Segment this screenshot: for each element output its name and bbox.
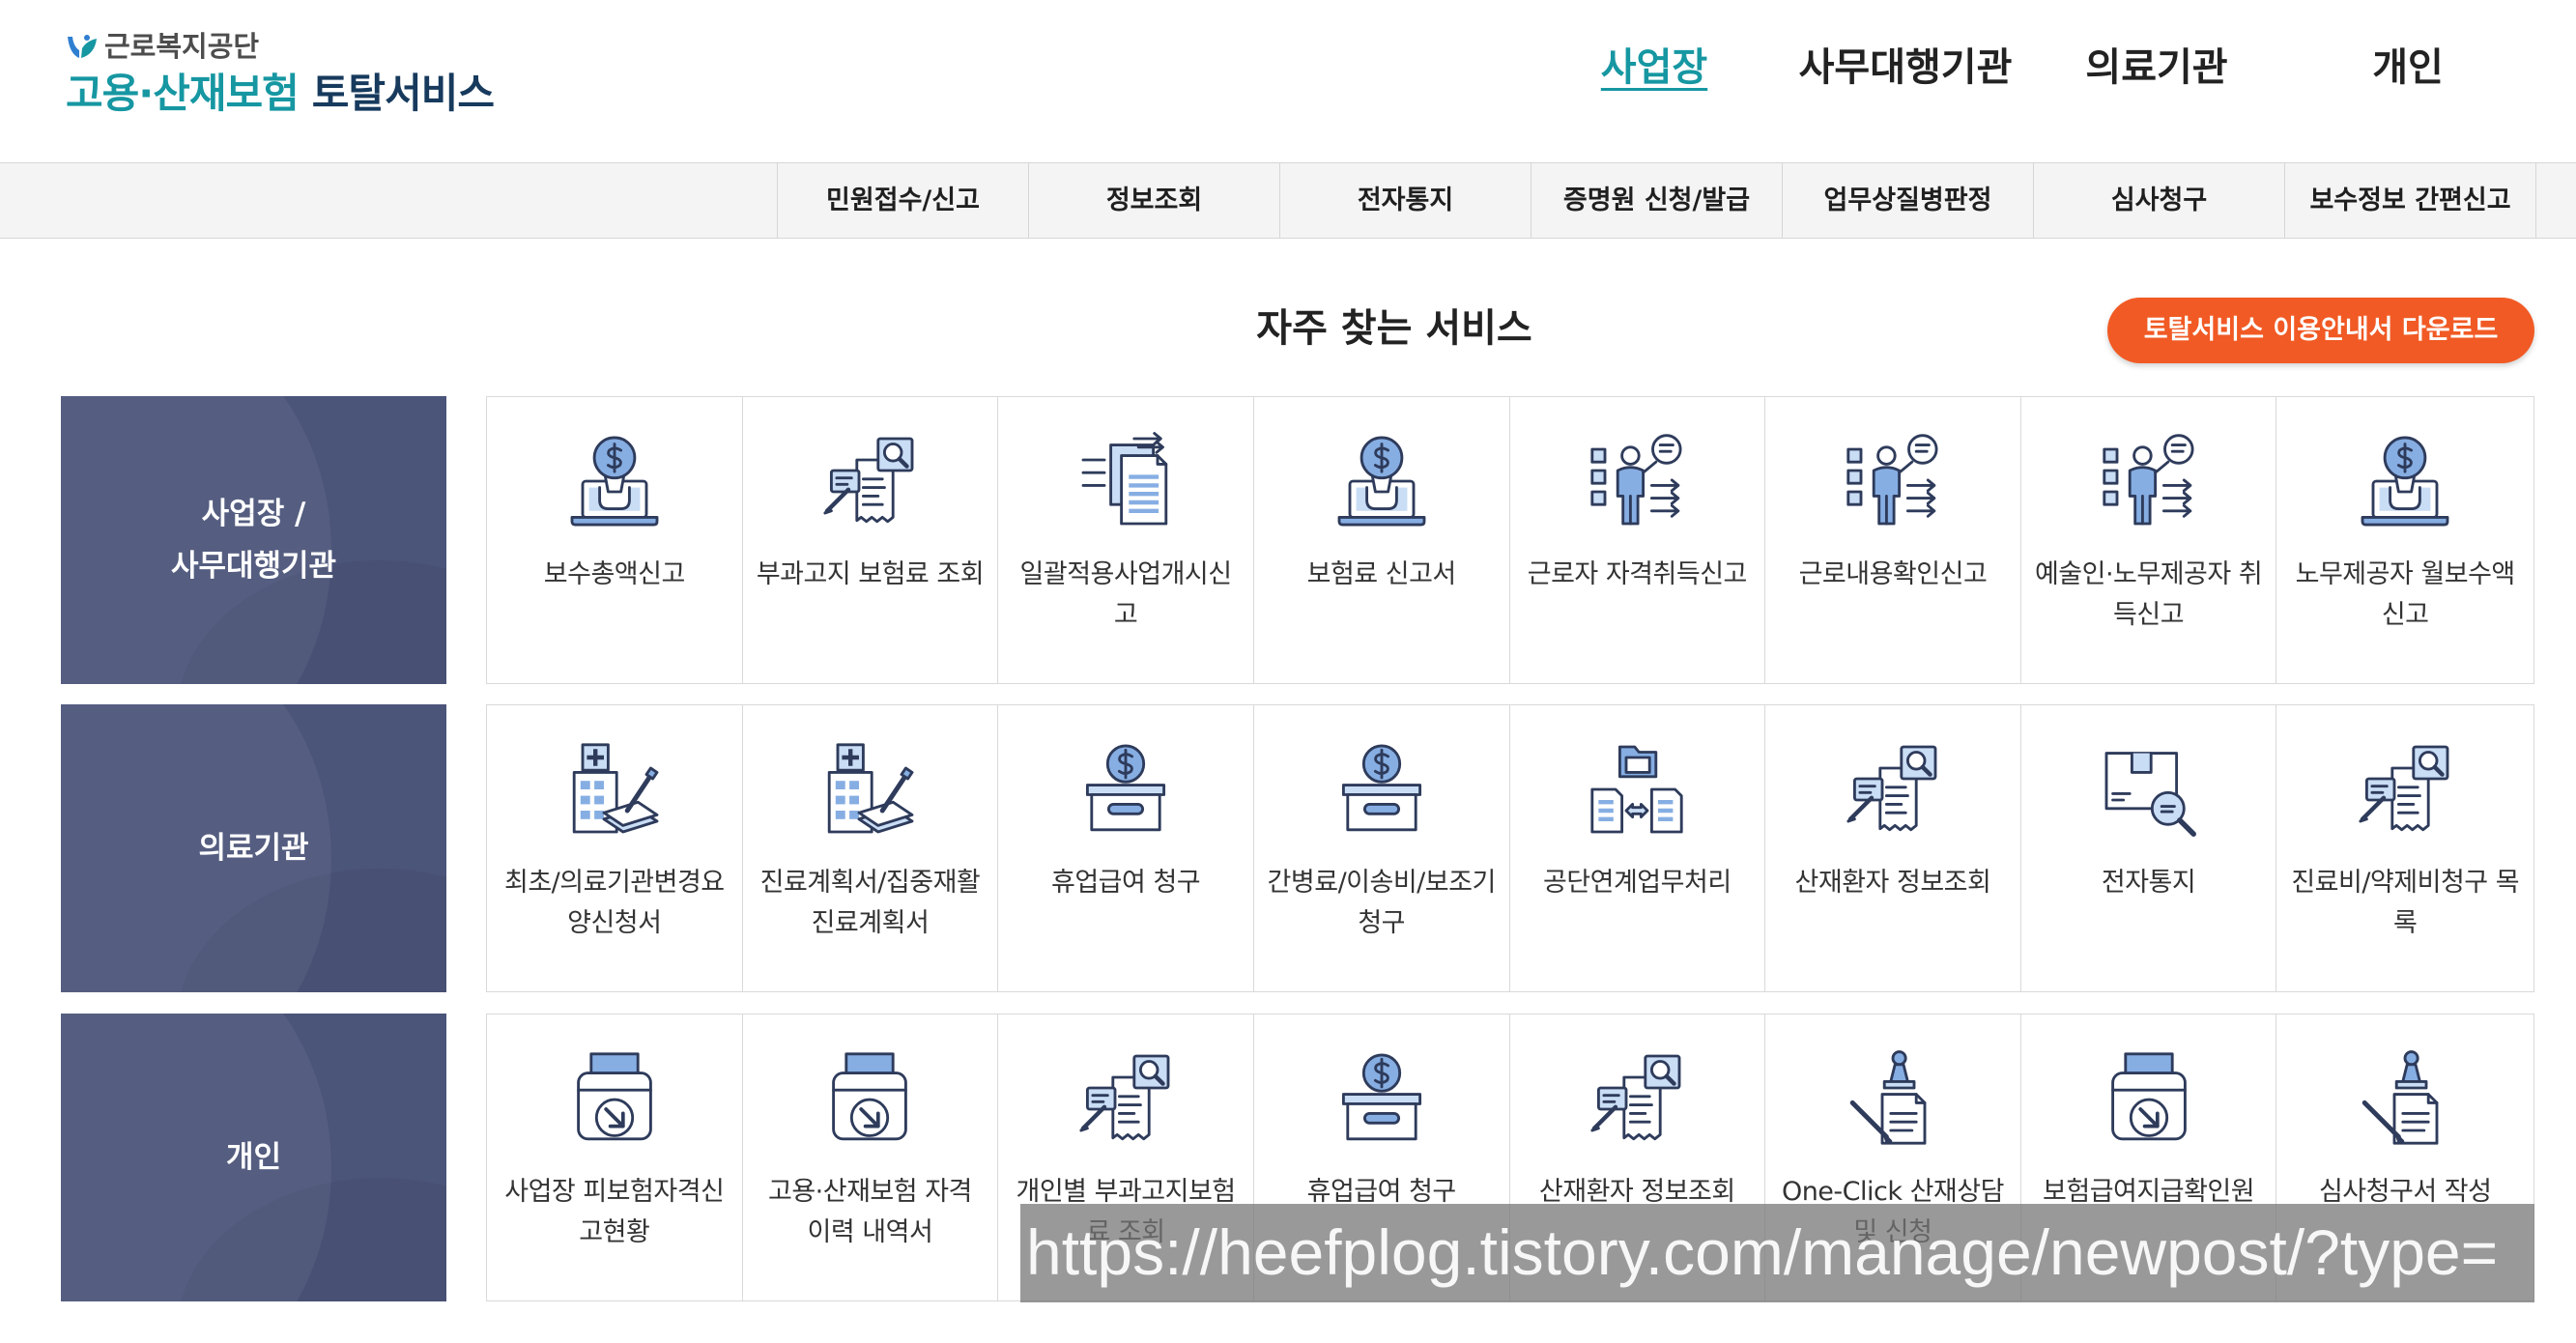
service-grid: 최초/의료기관변경요양신청서 진료계획서/집중재활 진료계획서 휴업급여 청구 … <box>486 704 2534 992</box>
bill-search-icon <box>1840 736 1946 843</box>
service-item[interactable]: 휴업급여 청구 <box>998 705 1254 991</box>
money-laptop-icon <box>1329 428 1435 534</box>
url-overlay-text: https://heefplog.tistory.com/manage/newp… <box>1026 1216 2499 1288</box>
service-item[interactable]: 최초/의료기관변경요양신청서 <box>487 705 743 991</box>
service-item-label: 예술인·노무제공자 취득신고 <box>2034 559 2263 630</box>
money-laptop-icon <box>2352 428 2458 534</box>
printer-arrow-icon <box>2096 1045 2202 1152</box>
site-logo[interactable]: 근로복지공단 고용·산재보험 토탈서비스 <box>66 25 568 122</box>
category-label-line: 개인 <box>225 1140 282 1175</box>
pen-stamp-icon <box>2352 1045 2458 1152</box>
person-board-icon <box>1840 428 1946 534</box>
service-grid: 보수총액신고 부과고지 보험료 조회 일괄적용사업개시신고 보험료 신고서 근로… <box>486 396 2534 684</box>
category-label-line: 사업장 / <box>201 497 306 531</box>
service-item-label: 진료비/약제비청구 목록 <box>2291 868 2520 938</box>
guide-download-button[interactable]: 토탈서비스 이용안내서 다운로드 <box>2107 298 2534 363</box>
sub-nav-item-certificate[interactable]: 증명원 신청/발급 <box>1531 163 1782 238</box>
top-nav-individual[interactable]: 개인 <box>2282 39 2533 97</box>
category-label-line: 의료기관 <box>198 831 309 866</box>
service-item-label: 보수총액신고 <box>543 559 686 589</box>
page: 근로복지공단 고용·산재보험 토탈서비스 사업장 사무대행기관 의료기관 개인 민… <box>0 0 2576 1343</box>
sub-nav-menu: 민원접수/신고 정보조회 전자통지 증명원 신청/발급 업무상질병판정 심사청구… <box>777 163 2536 238</box>
top-nav-medical-institution[interactable]: 의료기관 <box>2031 39 2282 97</box>
service-item[interactable]: 공단연계업무처리 <box>1510 705 1766 991</box>
coin-box-icon <box>1073 736 1179 843</box>
top-nav-labor-agency[interactable]: 사무대행기관 <box>1780 39 2031 97</box>
category-label-employer: 사업장 / 사무대행기관 <box>61 396 446 684</box>
bill-search-icon <box>2352 736 2458 843</box>
bill-search-icon <box>1073 1045 1179 1152</box>
url-overlay: https://heefplog.tistory.com/manage/newp… <box>1020 1204 2534 1302</box>
hospital-pen-icon <box>816 736 923 843</box>
service-item-label: 간병료/이송비/보조기 청구 <box>1267 868 1497 938</box>
service-item-label: 전자통지 <box>2101 868 2196 898</box>
person-board-icon <box>2096 428 2202 534</box>
service-row-medical: 의료기관 최초/의료기관변경요양신청서 진료계획서/집중재활 진료계획서 휴업급… <box>61 704 2534 992</box>
service-item-label: 산재환자 정보조회 <box>1794 868 1991 898</box>
service-item[interactable]: 간병료/이송비/보조기 청구 <box>1254 705 1510 991</box>
service-item-label: 노무제공자 월보수액 신고 <box>2295 559 2516 630</box>
doc-arrows-icon <box>1073 428 1179 534</box>
service-item[interactable]: 예술인·노무제공자 취득신고 <box>2021 397 2277 683</box>
service-item[interactable]: 산재환자 정보조회 <box>1765 705 2021 991</box>
category-label-medical: 의료기관 <box>61 704 446 992</box>
box-search-icon <box>2096 736 2202 843</box>
printer-arrow-icon <box>816 1045 923 1152</box>
service-item-label: 부과고지 보험료 조회 <box>756 559 985 589</box>
sub-nav-item-wage-report[interactable]: 보수정보 간편신고 <box>2284 163 2536 238</box>
service-item[interactable]: 보험료 신고서 <box>1254 397 1510 683</box>
top-nav: 사업장 사무대행기관 의료기관 개인 <box>1529 39 2533 97</box>
service-title-highlight: 고용·산재보험 <box>66 70 300 117</box>
coin-box-icon <box>1329 736 1435 843</box>
top-nav-employer[interactable]: 사업장 <box>1529 39 1780 97</box>
service-title: 고용·산재보험 토탈서비스 <box>66 68 495 120</box>
service-item[interactable]: 보수총액신고 <box>487 397 743 683</box>
service-row-employer: 사업장 / 사무대행기관 보수총액신고 부과고지 보험료 조회 일괄적용사업개시… <box>61 396 2534 684</box>
service-item-label: 최초/의료기관변경요양신청서 <box>503 868 725 938</box>
logo-mark-icon <box>66 33 99 62</box>
service-item-label: 근로내용확인신고 <box>1798 559 1988 589</box>
service-item[interactable]: 전자통지 <box>2021 705 2277 991</box>
service-title-rest: 토탈서비스 <box>311 70 495 117</box>
service-item[interactable]: 사업장 피보험자격신고현황 <box>487 1014 743 1300</box>
coin-box-icon <box>1329 1045 1435 1152</box>
service-item[interactable]: 일괄적용사업개시신고 <box>998 397 1254 683</box>
bill-search-icon <box>1584 1045 1690 1152</box>
service-item-label: 휴업급여 청구 <box>1051 868 1201 898</box>
sub-nav-item-complaint[interactable]: 민원접수/신고 <box>777 163 1028 238</box>
printer-arrow-icon <box>561 1045 668 1152</box>
pen-stamp-icon <box>1840 1045 1946 1152</box>
person-board-icon <box>1584 428 1690 534</box>
section-title: 자주 찾는 서비스 <box>1256 306 1532 351</box>
category-label-line: 사무대행기관 <box>170 549 337 584</box>
service-item[interactable]: 진료비/약제비청구 목록 <box>2276 705 2533 991</box>
money-laptop-icon <box>561 428 668 534</box>
sub-nav-item-disease-judgment[interactable]: 업무상질병판정 <box>1782 163 2033 238</box>
service-item-label: 고용·산재보험 자격 이력 내역서 <box>767 1177 972 1247</box>
service-item-label: 공단연계업무처리 <box>1542 868 1732 898</box>
service-item-label: 근로자 자격취득신고 <box>1527 559 1748 589</box>
service-item[interactable]: 근로자 자격취득신고 <box>1510 397 1766 683</box>
org-name: 근로복지공단 <box>104 30 260 63</box>
service-item[interactable]: 부과고지 보험료 조회 <box>743 397 999 683</box>
docs-exchange-icon <box>1584 736 1690 843</box>
service-item-label: 사업장 피보험자격신고현황 <box>504 1177 725 1247</box>
service-item-label: 일괄적용사업개시신고 <box>1019 559 1233 630</box>
service-item[interactable]: 고용·산재보험 자격 이력 내역서 <box>743 1014 999 1300</box>
sub-nav-item-review-request[interactable]: 심사청구 <box>2033 163 2284 238</box>
sub-nav-item-info-lookup[interactable]: 정보조회 <box>1028 163 1279 238</box>
sub-nav-bar: 민원접수/신고 정보조회 전자통지 증명원 신청/발급 업무상질병판정 심사청구… <box>0 162 2576 239</box>
service-item[interactable]: 노무제공자 월보수액 신고 <box>2276 397 2533 683</box>
service-item-label: 보험료 신고서 <box>1306 559 1457 589</box>
sub-nav-item-e-notice[interactable]: 전자통지 <box>1279 163 1531 238</box>
service-item[interactable]: 근로내용확인신고 <box>1765 397 2021 683</box>
bill-search-icon <box>816 428 923 534</box>
service-item[interactable]: 진료계획서/집중재활 진료계획서 <box>743 705 999 991</box>
hospital-pen-icon <box>561 736 668 843</box>
category-label-individual: 개인 <box>61 1014 446 1301</box>
service-item-label: 진료계획서/집중재활 진료계획서 <box>759 868 981 938</box>
